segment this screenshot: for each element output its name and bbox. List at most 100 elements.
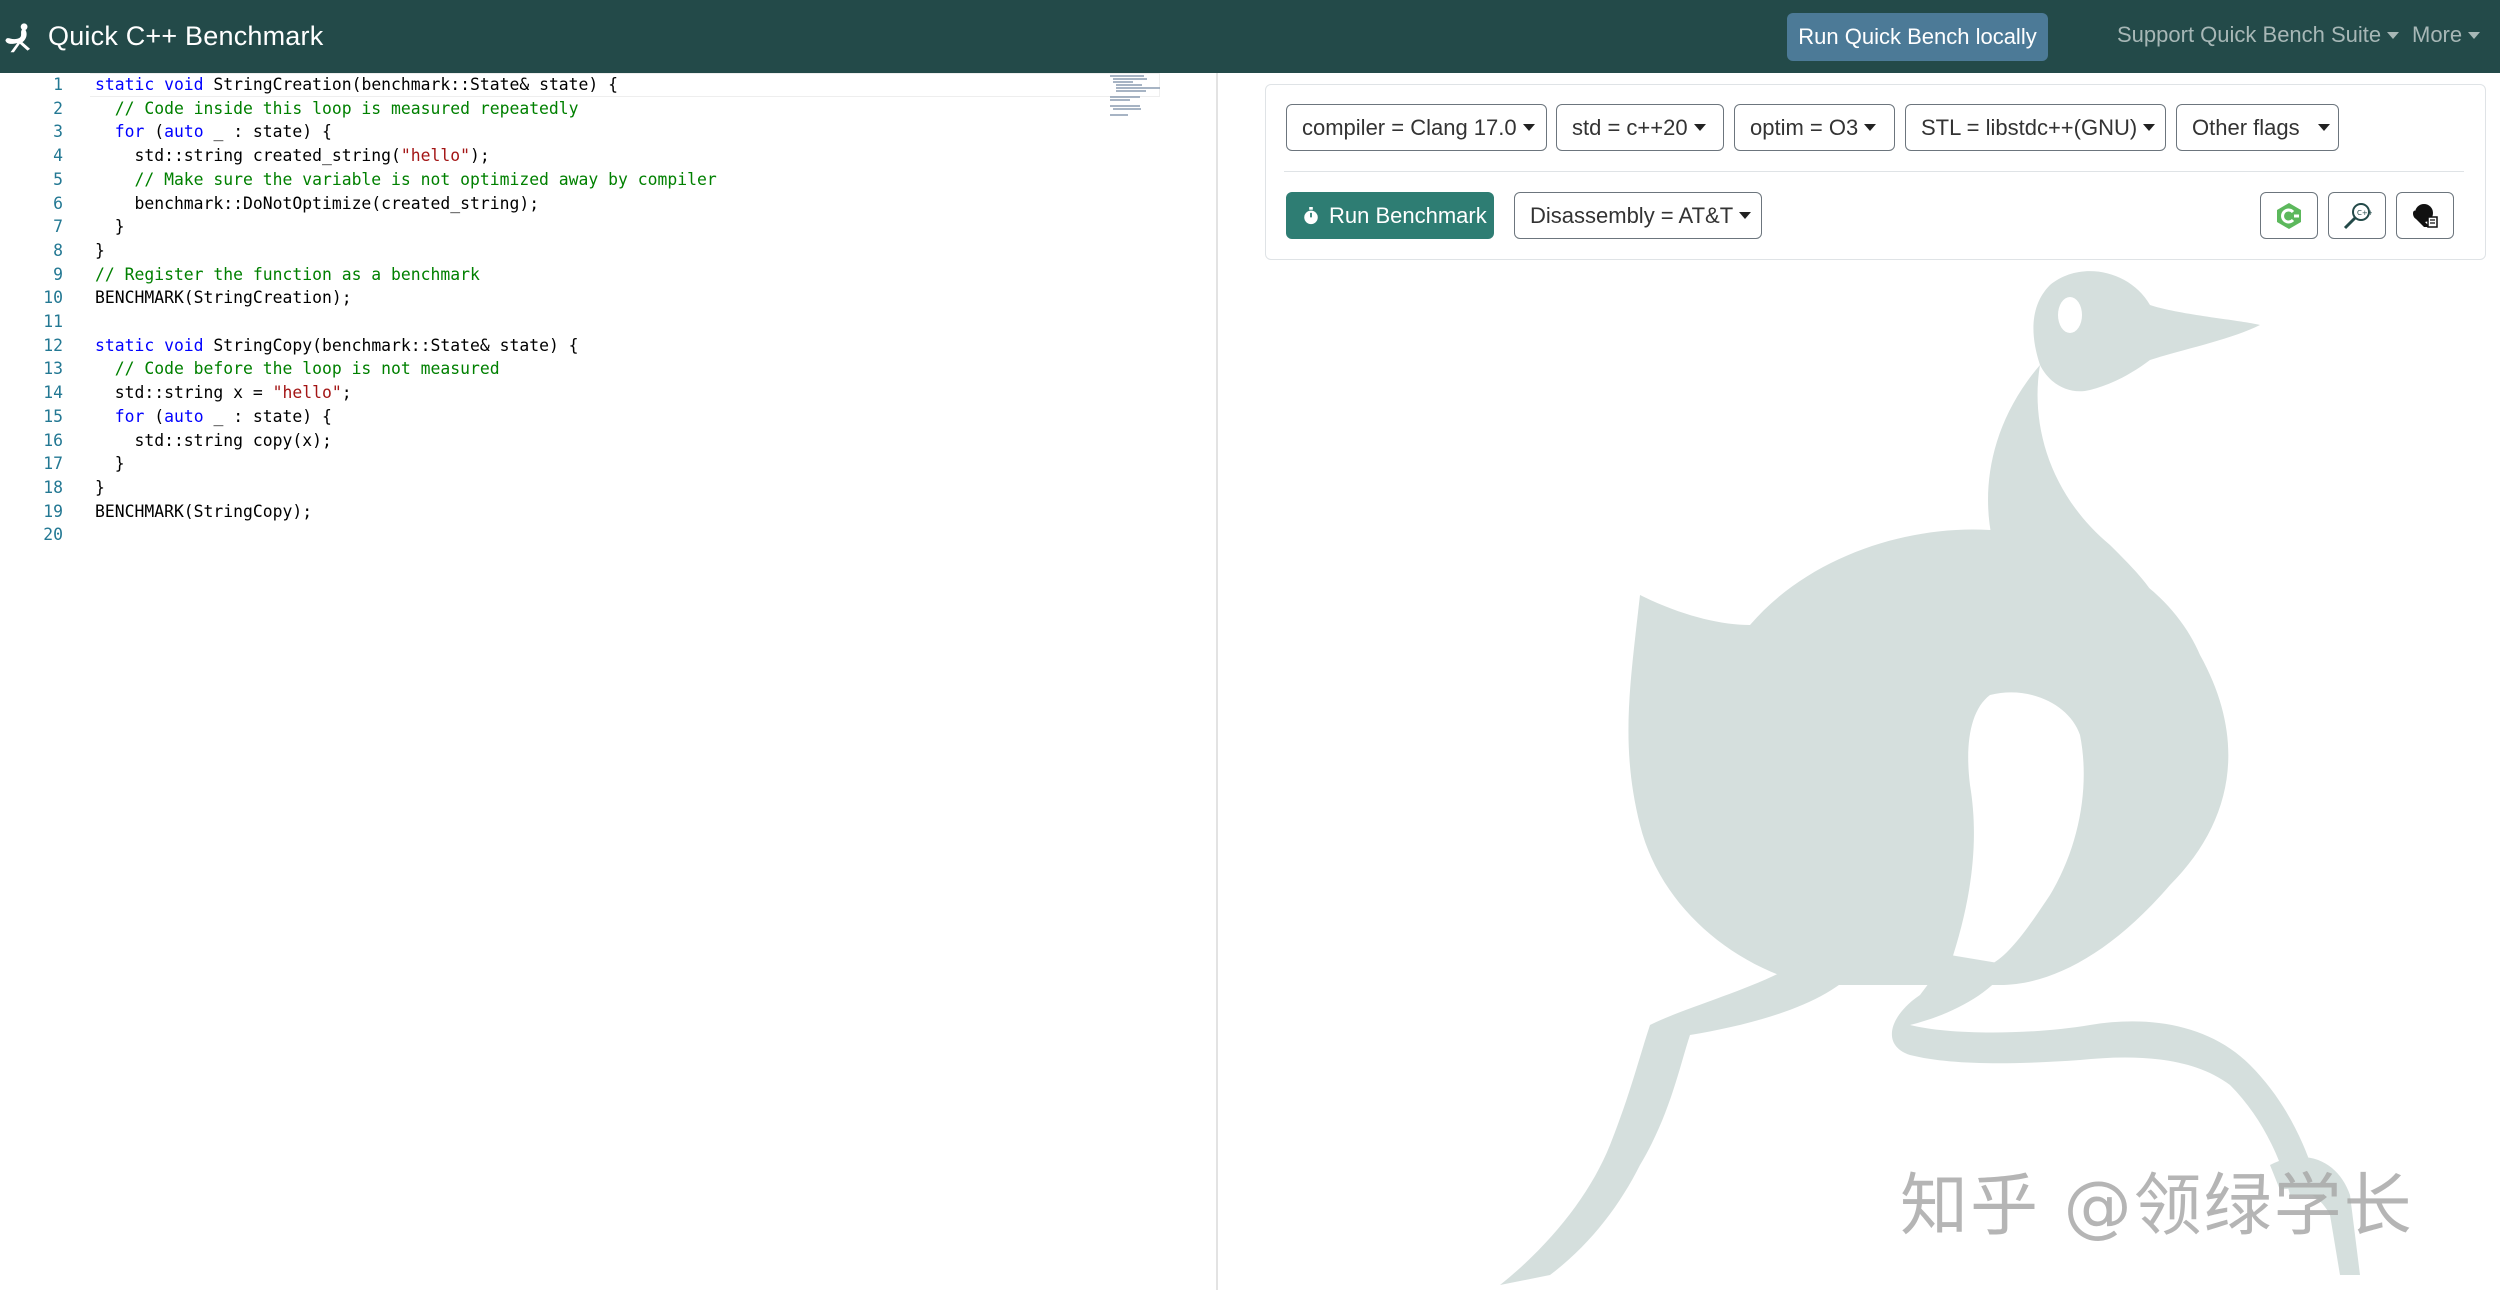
code-line[interactable]: 16 std::string copy(x); [0,429,1100,453]
navbar: Quick C++ Benchmark Run Quick Bench loca… [0,0,2500,73]
code-line[interactable]: 9 // Register the function as a benchmark [0,263,1100,287]
code-line[interactable]: 13 // Code before the loop is not measur… [0,357,1100,381]
code-token: StringCreation(benchmark::State& state) … [203,75,619,94]
support-dropdown-label: Support Quick Bench Suite [2117,22,2382,47]
code-token: auto [164,122,204,142]
code-line[interactable]: 19 BENCHMARK(StringCopy); [0,500,1100,524]
code-text: // Make sure the variable is not optimiz… [95,168,716,192]
code-line[interactable]: 14 std::string x = "hello"; [0,381,1100,405]
code-line[interactable]: 8} [0,239,1100,263]
code-text: BENCHMARK(StringCreation); [95,286,352,310]
chevron-down-icon [2387,31,2400,39]
line-number: 14 [43,383,63,403]
code-token: StringCopy(benchmark::State& state) { [203,335,579,355]
line-number: 8 [53,240,63,260]
line-number: 12 [43,335,63,355]
code-line[interactable]: 11 [0,310,1100,334]
code-token: for [114,122,145,142]
run-quick-bench-locally-button[interactable]: Run Quick Bench locally [1787,13,2048,61]
code-line[interactable]: 6 benchmark::DoNotOptimize(created_strin… [0,192,1100,216]
code-token: std::string copy(x); [95,430,332,450]
code-text: BENCHMARK(StringCopy); [95,500,312,524]
stl-dropdown-label: STL = libstdc++(GNU) [1921,114,2138,140]
code-token: BENCHMARK(StringCopy); [95,501,313,521]
optim-dropdown-label: optim = O3 [1750,114,1859,140]
stopwatch-icon [1304,206,1318,224]
line-number: 7 [53,217,63,237]
code-token: // Code inside this loop is measured rep… [95,98,579,118]
std-dropdown[interactable]: std = c++20 [1556,104,1724,151]
code-token: std::string x = [95,383,273,403]
other-flags-dropdown[interactable]: Other flags [2176,104,2339,151]
line-number: 20 [43,525,63,545]
code-line[interactable]: 10 BENCHMARK(StringCreation); [0,286,1100,310]
chevron-down-icon [1864,124,1877,131]
code-token: "hello" [400,146,470,166]
code-line[interactable]: 4 std::string created_string("hello"); [0,144,1100,168]
code-token: ( [144,122,165,142]
code-token: _ : state) { [203,122,332,142]
disassembly-dropdown-label: Disassembly = AT&T [1530,202,1734,228]
line-number: 15 [43,406,63,426]
cpp-insights-button[interactable] [2260,192,2318,239]
code-token: // Register the function as a benchmark [95,264,480,284]
code-text: } [95,215,125,239]
line-number: 4 [53,146,63,166]
code-token: } [95,454,125,474]
code-line[interactable]: 7 } [0,215,1100,239]
code-line[interactable]: 3 for (auto _ : state) { [0,120,1100,144]
chevron-down-icon [1693,124,1706,131]
code-text: static void StringCopy(benchmark::State&… [95,334,579,358]
code-text: static void StringCreation(benchmark::St… [95,73,618,97]
other-flags-dropdown-label: Other flags [2192,114,2300,140]
support-dropdown[interactable]: Support Quick Bench Suite [2117,22,2400,48]
build-bench-button[interactable]: C++ [2328,192,2386,239]
quickbench-bird-icon [2413,203,2438,228]
editor-minimap[interactable] [1110,75,1172,116]
code-line[interactable]: 12 static void StringCopy(benchmark::Stat… [0,334,1100,358]
code-token: BENCHMARK(StringCreation); [95,288,352,308]
compiler-dropdown[interactable]: compiler = Clang 17.0 [1286,104,1547,151]
code-line[interactable]: 2 // Code inside this loop is measured r… [0,97,1100,121]
ostrich-watermark-icon [1500,271,2360,1285]
panel-divider [1284,171,2464,172]
chevron-down-icon [2317,124,2330,131]
optim-dropdown[interactable]: optim = O3 [1734,104,1895,151]
std-dropdown-label: std = c++20 [1572,114,1688,140]
chevron-down-icon [2468,31,2481,39]
cpp-logo-icon [2277,202,2301,229]
code-text: } [95,476,105,500]
code-line[interactable]: 5 // Make sure the variable is not optim… [0,168,1100,192]
stl-dropdown[interactable]: STL = libstdc++(GNU) [1905,104,2166,151]
code-line[interactable]: 15 for (auto _ : state) { [0,405,1100,429]
brand-title: Quick C++ Benchmark [48,21,324,51]
run-benchmark-button[interactable]: Run Benchmark [1286,192,1494,239]
code-line[interactable]: 18} [0,476,1100,500]
code-text: // Register the function as a benchmark [95,263,480,287]
chevron-down-icon [1739,212,1752,219]
quick-bench-share-button[interactable] [2396,192,2454,239]
code-line[interactable]: 20 [0,523,1100,547]
code-token: static void [95,75,204,94]
chevron-down-icon [1522,124,1535,131]
line-number: 19 [43,501,63,521]
code-text: // Code before the loop is not measured [95,357,500,381]
code-token: } [95,240,105,260]
search-cpp-icon: C++ [2343,202,2372,229]
disassembly-dropdown[interactable]: Disassembly = AT&T [1514,192,1762,239]
line-number: 10 [43,288,63,308]
line-number: 11 [43,312,63,331]
brand-link[interactable]: Quick C++ Benchmark [0,0,323,73]
code-token: ); [470,146,490,166]
code-token: _ : state) { [203,406,332,426]
line-number: 3 [53,122,63,142]
code-token: std::string created_string( [95,146,401,166]
code-editor[interactable]: 1 static void StringCreation(benchmark::S… [0,73,1218,1290]
zhihu-watermark: 知乎 @领绿学长 [1900,1167,2414,1246]
code-token: "hello" [272,383,342,403]
line-number: 18 [43,477,63,497]
more-dropdown[interactable]: More [2412,22,2481,48]
code-line[interactable]: 17 } [0,452,1100,476]
code-line[interactable]: 1 static void StringCreation(benchmark::S… [0,73,1160,97]
